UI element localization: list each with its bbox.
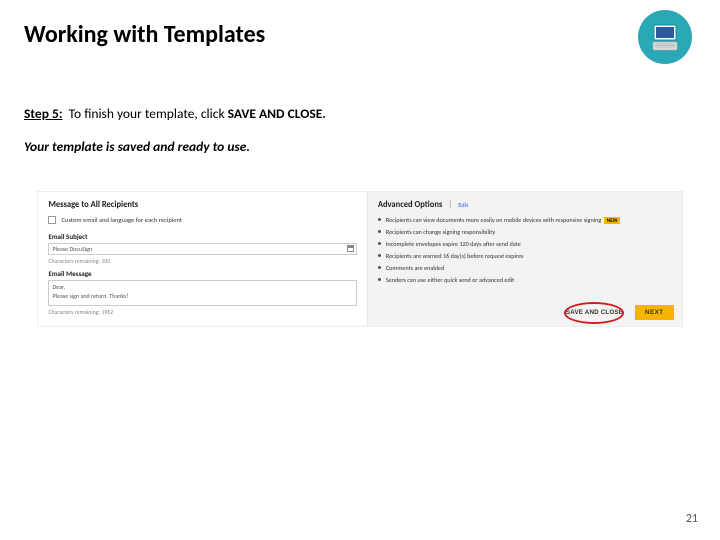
next-button[interactable]: NEXT bbox=[635, 305, 674, 320]
list-item: Comments are enabled bbox=[378, 264, 672, 272]
confirm-text: Your template is saved and ready to use. bbox=[24, 138, 696, 155]
subject-label: Email Subject bbox=[48, 232, 356, 241]
custom-email-label: Custom email and language for each recip… bbox=[61, 216, 182, 224]
advanced-options-panel: Advanced Options | Edit Recipients can v… bbox=[368, 192, 682, 326]
save-and-close-button[interactable]: SAVE AND CLOSE bbox=[562, 306, 627, 319]
step-line: Step 5: To finish your template, click S… bbox=[24, 105, 696, 122]
options-list: Recipients can view documents more easil… bbox=[378, 216, 672, 284]
list-item: Recipients can change signing responsibi… bbox=[378, 228, 672, 236]
new-badge: NEW bbox=[604, 217, 620, 224]
custom-email-checkbox[interactable] bbox=[48, 216, 56, 224]
list-item: Incomplete envelopes expire 120 days aft… bbox=[378, 240, 672, 248]
calendar-icon bbox=[347, 245, 354, 252]
page-number: 21 bbox=[686, 512, 698, 526]
message-panel: Message to All Recipients Custom email a… bbox=[38, 192, 367, 326]
computer-icon bbox=[638, 10, 692, 64]
subject-input[interactable]: Please DocuSign bbox=[48, 243, 356, 255]
page-title: Working with Templates bbox=[24, 20, 696, 49]
subject-remaining: Characters remaining: 100 bbox=[48, 257, 356, 265]
list-item: Senders can use either quick send or adv… bbox=[378, 276, 672, 284]
list-item: Recipients are warned 16 day(s) before r… bbox=[378, 252, 672, 260]
message-remaining: Characters remaining: 1962 bbox=[48, 308, 356, 316]
message-label: Email Message bbox=[48, 269, 356, 278]
advanced-options-heading: Advanced Options | Edit bbox=[378, 200, 672, 210]
edit-link[interactable]: Edit bbox=[458, 201, 468, 209]
app-screenshot: Message to All Recipients Custom email a… bbox=[37, 191, 682, 327]
list-item: Recipients can view documents more easil… bbox=[378, 216, 672, 224]
message-textarea[interactable]: Dear, Please sign and return. Thanks! bbox=[48, 280, 356, 306]
message-heading: Message to All Recipients bbox=[48, 200, 356, 210]
